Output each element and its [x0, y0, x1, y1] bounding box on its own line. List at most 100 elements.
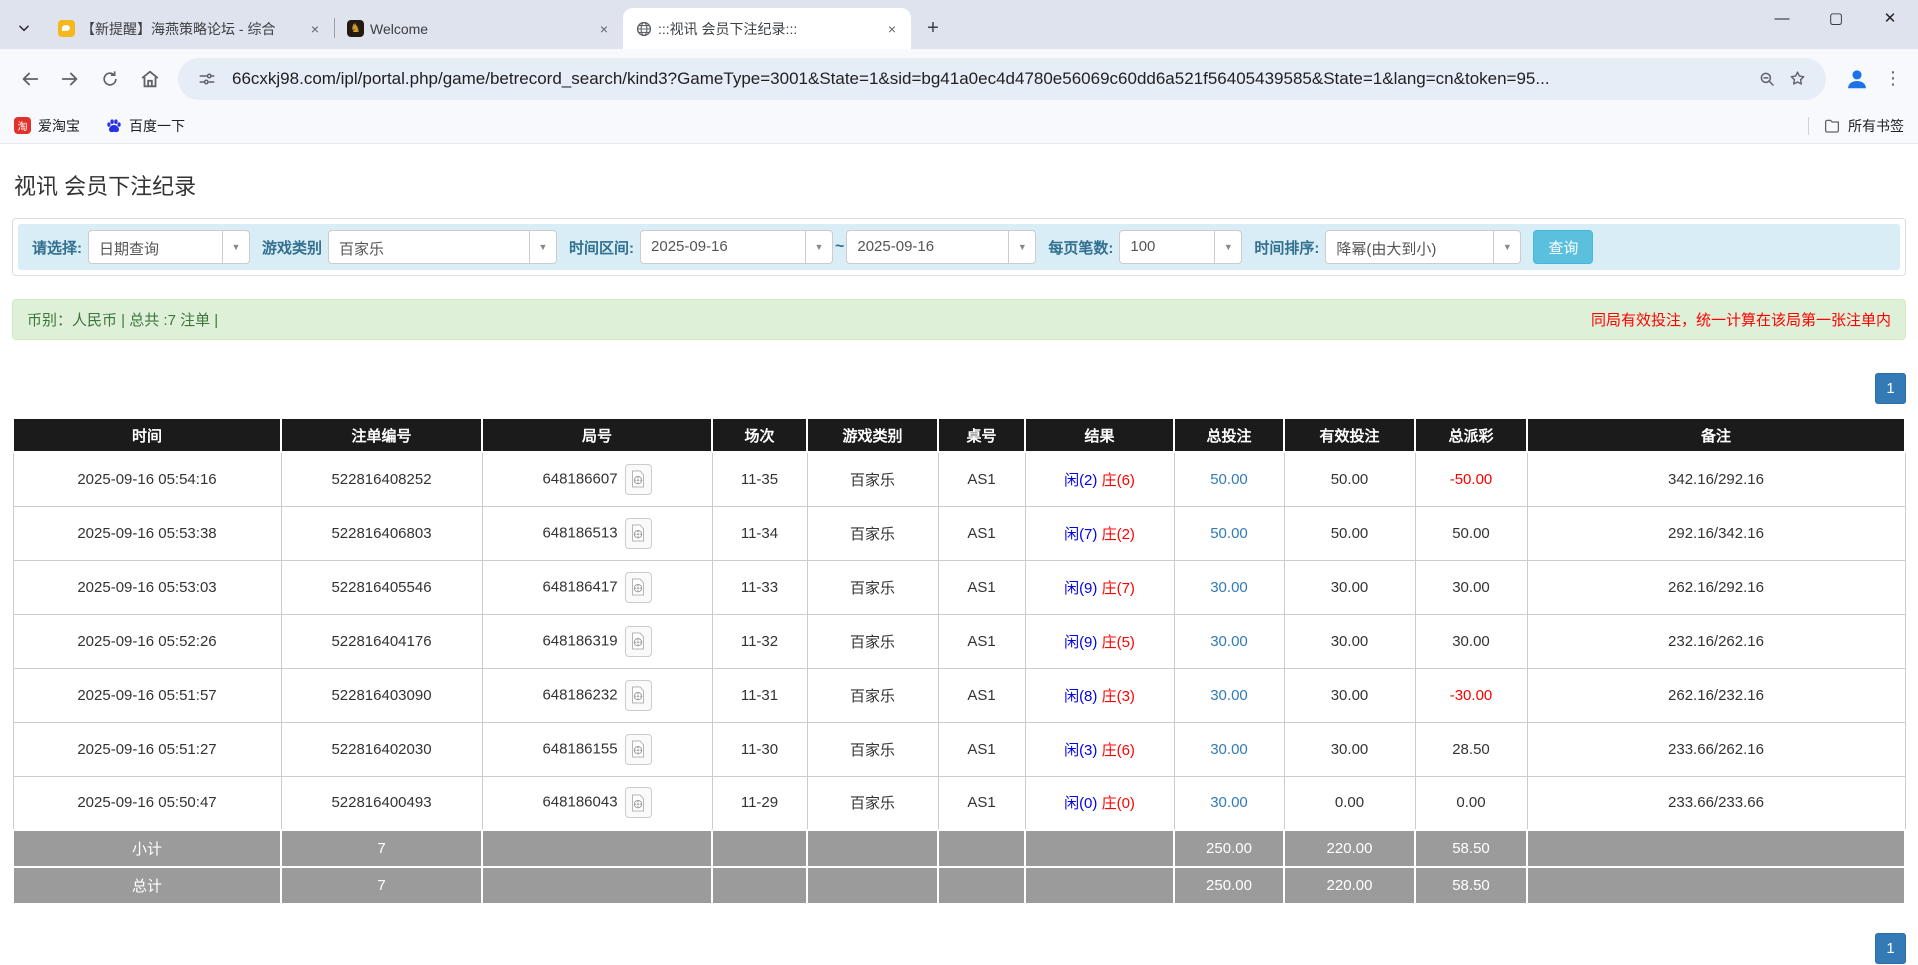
back-button[interactable] — [13, 62, 47, 96]
profile-avatar[interactable] — [1840, 62, 1874, 96]
payout-value: -50.00 — [1450, 471, 1493, 488]
close-icon[interactable]: × — [306, 20, 324, 38]
page-size-value: 100 — [1120, 231, 1214, 263]
bet-amount-link[interactable]: 50.00 — [1210, 471, 1248, 488]
url-bar[interactable]: 66cxkj98.com/ipl/portal.php/game/betreco… — [178, 58, 1826, 100]
game-type-select[interactable]: 百家乐 ▼ — [328, 230, 557, 264]
session-cell: 11-33 — [712, 560, 807, 614]
payout-cell: 30.00 — [1415, 560, 1527, 614]
site-info-icon[interactable] — [192, 64, 222, 94]
note-cell: 232.16/262.16 — [1527, 614, 1905, 668]
bet-amount-link[interactable]: 30.00 — [1210, 633, 1248, 650]
note-cell: 262.16/232.16 — [1527, 668, 1905, 722]
table-cell: AS1 — [938, 776, 1025, 830]
tab-forum[interactable]: 【新提醒】海燕策略论坛 - 综合 × — [46, 8, 334, 49]
video-replay-button[interactable] — [625, 734, 652, 765]
bet-amount-link[interactable]: 50.00 — [1210, 525, 1248, 542]
tab-title: :::视讯 会员下注纪录::: — [658, 19, 877, 39]
url-text[interactable]: 66cxkj98.com/ipl/portal.php/game/betreco… — [232, 69, 1752, 89]
page-1-button[interactable]: 1 — [1875, 933, 1906, 964]
game-cell: 百家乐 — [807, 506, 938, 560]
maximize-icon[interactable]: ▢ — [1824, 9, 1848, 27]
table-header-row: 时间 注单编号 局号 场次 游戏类别 桌号 结果 总投注 有效投注 总派彩 备注 — [13, 418, 1905, 452]
bottom-pagination: 1 — [12, 933, 1906, 964]
film-icon — [630, 686, 646, 704]
page-1-button[interactable]: 1 — [1875, 373, 1906, 404]
bet-id-cell: 522816405546 — [281, 560, 482, 614]
result-cell: 闲(8) 庄(3) — [1025, 668, 1174, 722]
game-cell: 百家乐 — [807, 776, 938, 830]
tab-welcome[interactable]: ♞ Welcome × — [335, 8, 623, 49]
browser-menu-icon[interactable]: ⋮ — [1878, 68, 1908, 89]
bet-amount-link[interactable]: 30.00 — [1210, 794, 1248, 811]
page-size-select[interactable]: 100 ▼ — [1119, 230, 1242, 264]
bookmark-star-icon[interactable] — [1782, 64, 1812, 94]
bookmarks-divider — [1808, 117, 1809, 135]
note-cell: 233.66/262.16 — [1527, 722, 1905, 776]
video-replay-button[interactable] — [625, 680, 652, 711]
video-replay-button[interactable] — [625, 787, 652, 818]
bookmark-baidu[interactable]: 百度一下 — [106, 116, 185, 136]
minimize-icon[interactable]: — — [1770, 10, 1794, 27]
all-bookmarks-label: 所有书签 — [1848, 116, 1904, 136]
video-replay-button[interactable] — [625, 464, 652, 495]
summary-bar: 币别：人民币 | 总共 :7 注单 | 同局有效投注，统一计算在该局第一张注单内 — [12, 299, 1906, 340]
payout-cell: -50.00 — [1415, 452, 1527, 506]
table-row: 2025-09-16 05:50:47522816400493648186043… — [13, 776, 1905, 830]
home-button[interactable] — [133, 62, 167, 96]
note-cell: 342.16/292.16 — [1527, 452, 1905, 506]
query-button[interactable]: 查询 — [1533, 230, 1593, 264]
game-cell: 百家乐 — [807, 614, 938, 668]
refresh-button[interactable] — [93, 62, 127, 96]
folder-icon — [1823, 117, 1841, 135]
all-bookmarks-button[interactable]: 所有书签 — [1823, 116, 1904, 136]
col-header-game: 游戏类别 — [807, 418, 938, 452]
bet-amount-link[interactable]: 30.00 — [1210, 741, 1248, 758]
time-sort-select[interactable]: 降幂(由大到小) ▼ — [1325, 230, 1521, 264]
tab-search-button[interactable] — [10, 14, 38, 42]
table-cell: AS1 — [938, 668, 1025, 722]
new-tab-button[interactable]: + — [919, 14, 947, 42]
query-type-select[interactable]: 日期查询 ▼ — [88, 230, 250, 264]
video-replay-button[interactable] — [625, 626, 652, 657]
col-header-time: 时间 — [13, 418, 281, 452]
bookmark-taobao[interactable]: 淘 爱淘宝 — [14, 116, 80, 136]
total-bet-cell: 30.00 — [1174, 560, 1284, 614]
bet-amount-link[interactable]: 30.00 — [1210, 579, 1248, 596]
game-type-value: 百家乐 — [329, 231, 529, 263]
round-cell: 648186417 — [482, 560, 712, 614]
close-icon[interactable]: × — [883, 20, 901, 38]
result-banker: 庄(0) — [1102, 795, 1135, 812]
chevron-down-icon — [17, 21, 31, 35]
game-cell: 百家乐 — [807, 668, 938, 722]
forward-button[interactable] — [53, 62, 87, 96]
subtotal-total-bet: 250.00 — [1174, 830, 1284, 867]
payout-cell: 0.00 — [1415, 776, 1527, 830]
result-player: 闲(3) — [1064, 742, 1097, 759]
date-range-label: 时间区间: — [569, 237, 634, 258]
date-from-value: 2025-09-16 — [641, 231, 805, 263]
date-from-select[interactable]: 2025-09-16 ▼ — [640, 230, 833, 264]
bet-amount-link[interactable]: 30.00 — [1210, 687, 1248, 704]
table-cell: AS1 — [938, 506, 1025, 560]
zoom-icon[interactable] — [1752, 64, 1782, 94]
window-close-icon[interactable]: ✕ — [1878, 9, 1902, 27]
round-number: 648186043 — [542, 794, 617, 811]
forward-icon — [59, 68, 81, 90]
date-to-select[interactable]: 2025-09-16 ▼ — [846, 230, 1036, 264]
result-banker: 庄(3) — [1102, 688, 1135, 705]
tab-betrecord[interactable]: :::视讯 会员下注纪录::: × — [623, 8, 911, 49]
bet-id-cell: 522816404176 — [281, 614, 482, 668]
total-bet-cell: 30.00 — [1174, 668, 1284, 722]
refresh-icon — [100, 69, 120, 89]
total-bet-cell: 30.00 — [1174, 614, 1284, 668]
video-replay-button[interactable] — [625, 518, 652, 549]
close-icon[interactable]: × — [595, 20, 613, 38]
note-cell: 233.66/233.66 — [1527, 776, 1905, 830]
subtotal-payout: 58.50 — [1415, 830, 1527, 867]
video-replay-button[interactable] — [625, 572, 652, 603]
tab-title: Welcome — [370, 21, 589, 37]
table-row: 2025-09-16 05:53:03522816405546648186417… — [13, 560, 1905, 614]
result-banker: 庄(6) — [1102, 472, 1135, 489]
total-payout: 58.50 — [1415, 867, 1527, 904]
